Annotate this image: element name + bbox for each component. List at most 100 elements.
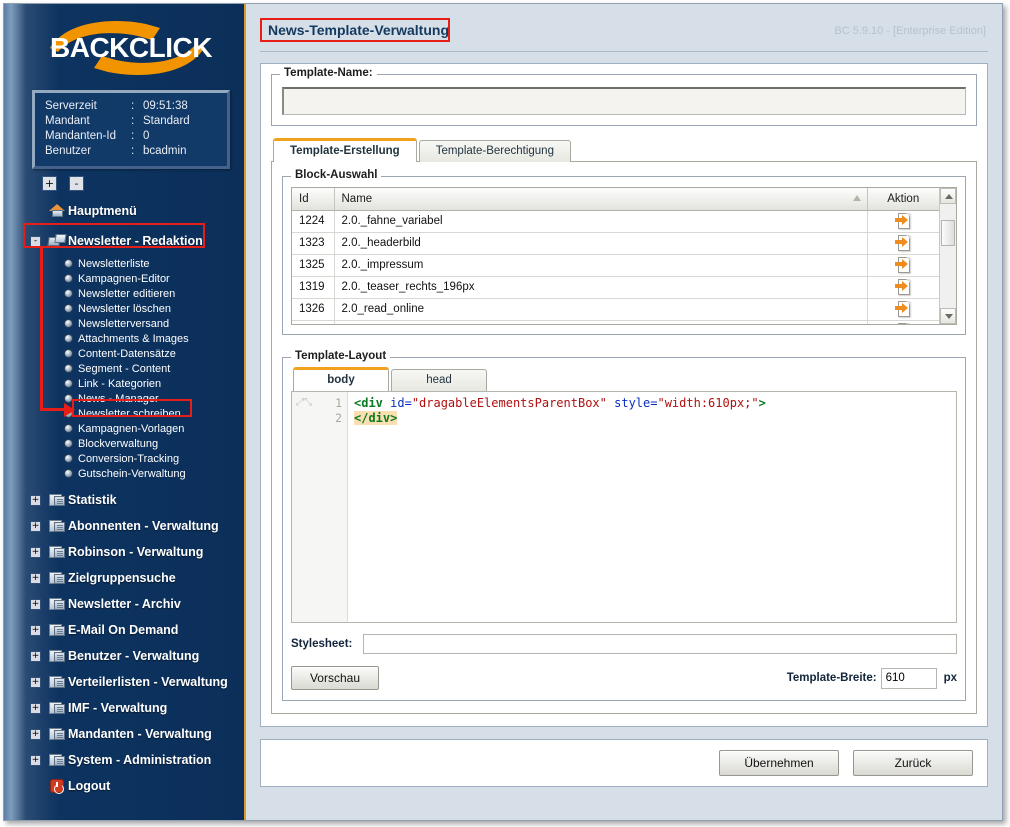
sidebar-item-system-administration[interactable]: + System - Administration (4, 747, 244, 773)
sidebar-item-label: Robinson - Verwaltung (68, 545, 204, 559)
expand-icon[interactable]: + (30, 546, 41, 558)
sidebar-item-newsletter-redaktion[interactable]: - Newsletter - Redaktion (4, 229, 244, 253)
sidebar-item-mandanten-verwaltung[interactable]: + Mandanten - Verwaltung (4, 721, 244, 747)
expand-icon[interactable]: + (30, 728, 41, 740)
cell-aktion[interactable] (867, 298, 939, 321)
sort-ascending-icon[interactable] (852, 195, 861, 201)
scrollbar-thumb[interactable] (941, 220, 955, 246)
insert-block-icon[interactable] (895, 278, 911, 296)
template-breite-input[interactable] (880, 667, 937, 689)
sidebar-item-newsletter-schreiben[interactable]: Newsletter schreiben (4, 406, 244, 421)
sidebar-item-newsletter-loeschen[interactable]: Newsletter löschen (4, 301, 244, 316)
sidebar-item-zielgruppensuche[interactable]: + Zielgruppensuche (4, 565, 244, 591)
editor-fold-column[interactable]: ⤢⤡ (292, 392, 314, 622)
scroll-up-button[interactable] (940, 188, 956, 204)
template-name-group: Template-Name: (271, 67, 977, 126)
sidebar-item-benutzer-verwaltung[interactable]: + Benutzer - Verwaltung (4, 643, 244, 669)
table-row[interactable]: 1326 2.0_read_online (292, 298, 939, 321)
insert-block-icon[interactable] (895, 322, 911, 324)
line-number: 1 (335, 396, 342, 410)
template-layout-group: Template-Layout body head ⤢⤡ 1 2 <div id… (282, 350, 966, 701)
vorschau-button[interactable]: Vorschau (291, 666, 379, 690)
column-header-id[interactable]: Id (292, 188, 335, 211)
sidebar-item-link-kategorien[interactable]: Link - Kategorien (4, 376, 244, 391)
sidebar-item-newsletter-archiv[interactable]: + Newsletter - Archiv (4, 591, 244, 617)
column-header-name-label: Name (341, 192, 373, 205)
code-token-tag-open: <div (354, 396, 383, 410)
table-row[interactable]: 1323 2.0._headerbild (292, 232, 939, 255)
expand-icon[interactable]: + (30, 624, 41, 636)
collapse-icon[interactable]: - (30, 235, 41, 247)
sidebar-item-newsletterversand[interactable]: Newsletterversand (4, 316, 244, 331)
sidebar-item-gutschein-verwaltung[interactable]: Gutschein-Verwaltung (4, 466, 244, 481)
sidebar-item-label: Kampagnen-Vorlagen (78, 422, 185, 435)
insert-block-icon[interactable] (895, 300, 911, 318)
sidebar-item-blockverwaltung[interactable]: Blockverwaltung (4, 436, 244, 451)
sidebar-item-hauptmenue[interactable]: Hauptmenü (4, 199, 244, 223)
code-editor[interactable]: ⤢⤡ 1 2 <div id="dragableElementsParentBo… (291, 391, 957, 623)
table-row[interactable]: 1224 2.0._fahne_variabel (292, 210, 939, 233)
expand-icon[interactable]: + (30, 572, 41, 584)
logo-text: BACKCLICK (50, 32, 212, 63)
table-row[interactable]: 1325 2.0._impressum (292, 254, 939, 277)
stylesheet-input[interactable] (363, 634, 957, 654)
cell-aktion[interactable] (867, 232, 939, 255)
collapse-all-button[interactable]: - (69, 176, 84, 191)
table-row[interactable]: 1319 2.0._teaser_rechts_196px (292, 276, 939, 299)
sidebar-item-label: Newsletter löschen (78, 302, 171, 315)
sidebar-item-label: Hauptmenü (68, 204, 137, 218)
expand-icon[interactable]: + (30, 520, 41, 532)
column-header-name[interactable]: Name (334, 188, 868, 211)
cell-aktion[interactable] (867, 320, 939, 324)
sidebar-item-segment-content[interactable]: Segment - Content (4, 361, 244, 376)
cell-id: 1326 (292, 298, 335, 321)
expand-icon[interactable]: + (30, 494, 41, 506)
sidebar-item-robinson-verwaltung[interactable]: + Robinson - Verwaltung (4, 539, 244, 565)
tab-template-berechtigung[interactable]: Template-Berechtigung (418, 140, 571, 162)
cell-aktion[interactable] (867, 210, 939, 233)
sidebar-item-email-on-demand[interactable]: + E-Mail On Demand (4, 617, 244, 643)
expand-icon[interactable]: + (30, 702, 41, 714)
sidebar-item-news-manager[interactable]: News - Manager (4, 391, 244, 406)
sidebar-item-label: System - Administration (68, 753, 212, 767)
cell-id (292, 320, 335, 324)
folder-icon (46, 595, 68, 613)
tab-body[interactable]: body (293, 367, 389, 391)
collapse-all-folds-icon[interactable]: ⤢⤡ (296, 397, 312, 408)
table-row-partial[interactable] (292, 320, 939, 324)
uebernehmen-button[interactable]: Übernehmen (719, 750, 839, 776)
sidebar-item-newsletter-editieren[interactable]: Newsletter editieren (4, 286, 244, 301)
sidebar-item-abonnenten-verwaltung[interactable]: + Abonnenten - Verwaltung (4, 513, 244, 539)
expand-icon[interactable]: + (30, 598, 41, 610)
insert-block-icon[interactable] (895, 212, 911, 230)
sidebar-item-attachments-images[interactable]: Attachments & Images (4, 331, 244, 346)
scroll-down-button[interactable] (940, 308, 956, 324)
sidebar-item-kampagnen-vorlagen[interactable]: Kampagnen-Vorlagen (4, 421, 244, 436)
cell-aktion[interactable] (867, 254, 939, 277)
table-vertical-scrollbar[interactable] (939, 188, 956, 324)
editor-code-area[interactable]: <div id="dragableElementsParentBox" styl… (348, 392, 956, 622)
expand-all-button[interactable]: + (42, 176, 57, 191)
sidebar-item-imf-verwaltung[interactable]: + IMF - Verwaltung (4, 695, 244, 721)
tab-head[interactable]: head (391, 369, 487, 391)
sidebar-item-verteilerlisten-verwaltung[interactable]: + Verteilerlisten - Verwaltung (4, 669, 244, 695)
insert-block-icon[interactable] (895, 256, 911, 274)
server-info-box: Serverzeit : 09:51:38 Mandant : Standard… (32, 90, 230, 169)
tab-template-erstellung[interactable]: Template-Erstellung (273, 138, 417, 162)
expand-icon[interactable]: + (30, 650, 41, 662)
expand-icon[interactable]: + (30, 676, 41, 688)
sidebar-item-logout[interactable]: Logout (4, 773, 244, 799)
sidebar-item-label: Kampagnen-Editor (78, 272, 170, 285)
cell-aktion[interactable] (867, 276, 939, 299)
sidebar-item-content-datensaetze[interactable]: Content-Datensätze (4, 346, 244, 361)
template-name-input[interactable] (282, 87, 966, 115)
layout-tabstrip: body head (293, 367, 957, 391)
sidebar-item-kampagnen-editor[interactable]: Kampagnen-Editor (4, 271, 244, 286)
insert-block-icon[interactable] (895, 234, 911, 252)
sidebar-item-conversion-tracking[interactable]: Conversion-Tracking (4, 451, 244, 466)
code-token-attr-style: style= (606, 396, 658, 410)
sidebar-item-statistik[interactable]: + Statistik (4, 487, 244, 513)
sidebar-item-newsletterliste[interactable]: Newsletterliste (4, 256, 244, 271)
zurueck-button[interactable]: Zurück (853, 750, 973, 776)
expand-icon[interactable]: + (30, 754, 41, 766)
